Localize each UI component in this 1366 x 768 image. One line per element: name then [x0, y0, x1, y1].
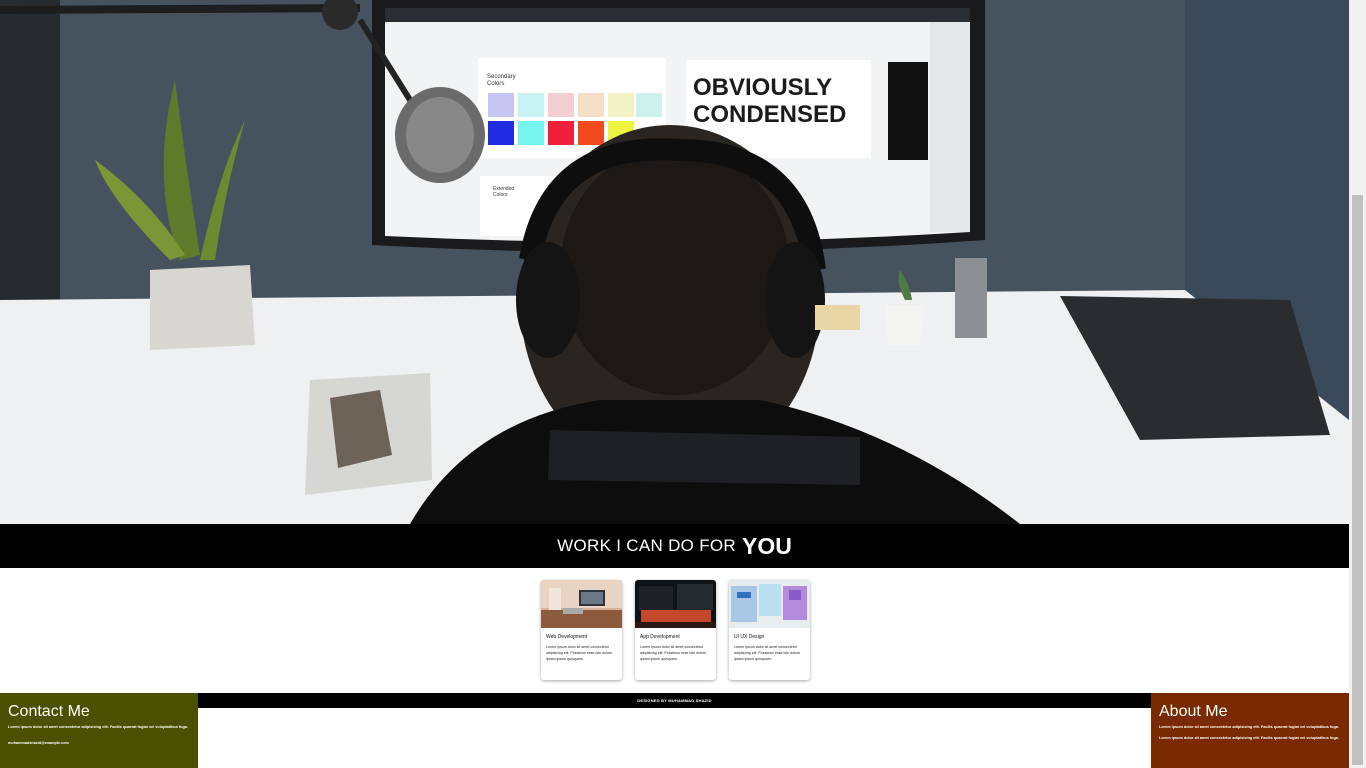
about-text-2: Lorem ipsum dolor sit amet consectetur a… [1159, 736, 1339, 740]
contact-email-link[interactable]: muhammadshazid@example.com [8, 741, 190, 745]
hero-illustration: OBVIOUSLY CONDENSED Secondary Colors Ext… [0, 0, 1349, 524]
scrollbar-thumb[interactable] [1352, 195, 1363, 765]
card-image-app [635, 580, 716, 628]
screen-heading-1: OBVIOUSLY [693, 74, 832, 101]
card-image-uiux [729, 580, 810, 628]
card-web-development[interactable]: Web Development Lorem ipsum dolor sit am… [541, 580, 622, 680]
about-title: About Me [1159, 703, 1228, 720]
footer-credit: DESIGNED BY MUHAMMAD SHAZID [198, 693, 1151, 708]
screen-label-extended-colors: Colors [493, 192, 508, 198]
card-desc: Lorem ipsum dolor sit amet consectetur a… [734, 645, 801, 661]
banner-prefix: WORK I CAN DO FOR [557, 536, 737, 555]
card-image-web [541, 580, 622, 628]
screen-label-colors: Colors [487, 81, 504, 87]
card-ui-ux-design[interactable]: UI UX Design Lorem ipsum dolor sit amet … [729, 580, 810, 680]
card-title: Web Development [546, 634, 588, 640]
contact-text: Lorem ipsum dolor sit amet consectetur a… [8, 725, 188, 729]
contact-panel: Contact Me Lorem ipsum dolor sit amet co… [0, 693, 198, 768]
screen-label-secondary: Secondary [487, 74, 516, 80]
services-banner: WORK I CAN DO FOR YOU [0, 524, 1349, 568]
about-text: Lorem ipsum dolor sit amet consectetur a… [1159, 725, 1339, 729]
about-panel: About Me Lorem ipsum dolor sit amet cons… [1151, 693, 1349, 768]
hero-image: OBVIOUSLY CONDENSED Secondary Colors Ext… [0, 0, 1349, 524]
service-cards: Web Development Lorem ipsum dolor sit am… [541, 580, 810, 680]
page: OBVIOUSLY CONDENSED Secondary Colors Ext… [0, 0, 1366, 768]
screen-heading-2: CONDENSED [693, 101, 846, 128]
card-desc: Lorem ipsum dolor sit amet consectetur a… [640, 645, 707, 661]
card-title: App Development [640, 634, 680, 640]
card-desc: Lorem ipsum dolor sit amet consectetur a… [546, 645, 613, 661]
card-app-development[interactable]: App Development Lorem ipsum dolor sit am… [635, 580, 716, 680]
card-title: UI UX Design [734, 634, 765, 640]
contact-title: Contact Me [8, 703, 90, 720]
banner-emphasis: YOU [742, 532, 792, 559]
page-scrollbar[interactable] [1349, 0, 1366, 768]
